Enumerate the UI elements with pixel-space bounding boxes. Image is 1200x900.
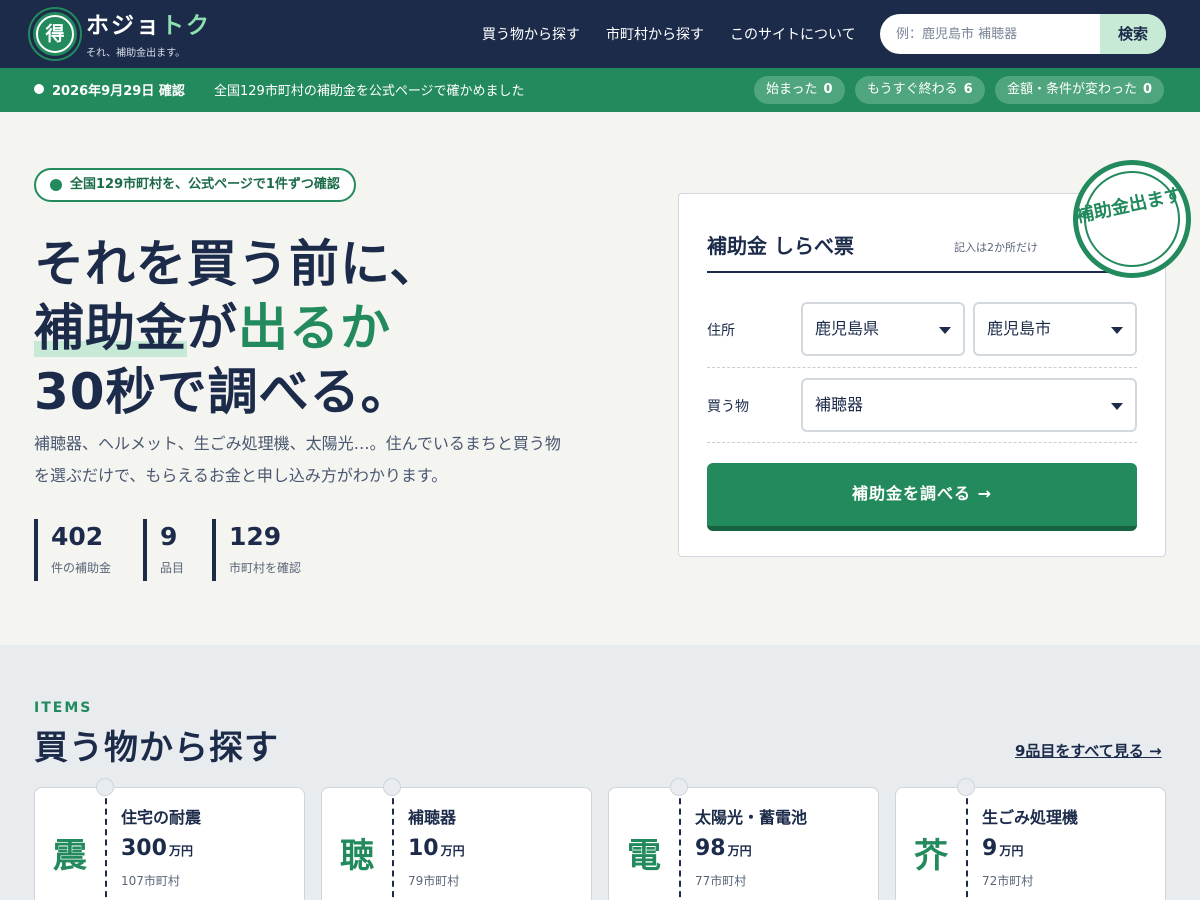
search-box: 検索 (880, 14, 1166, 54)
prefecture-select[interactable]: 鹿児島県 (801, 302, 965, 356)
stat-number: 9 (160, 522, 178, 551)
item-amount: 300 万円 (121, 836, 193, 861)
headline-line-1: それを買う前に、 (34, 235, 441, 293)
nav-item-items[interactable]: 買う物から探す (482, 24, 580, 44)
pill-label: もうすぐ終わる (867, 82, 958, 97)
item-card-earthquake[interactable]: 震 住宅の耐震 300 万円 107市町村 (34, 778, 305, 900)
city-value: 鹿児島市 (987, 319, 1052, 338)
amount-unit: 万円 (440, 844, 465, 858)
status-dot-icon (34, 84, 44, 94)
amount-unit: 万円 (168, 844, 193, 858)
item-glyph-icon: 電 (627, 836, 661, 876)
status-message: 全国129市町村の補助金を公式ページで確かめました (214, 84, 525, 99)
headline-line-2: 補助金が出るか (34, 288, 391, 360)
item-card-hearing-aid[interactable]: 聴 補聴器 10 万円 79市町村 (321, 778, 592, 900)
amount-value: 300 (121, 836, 167, 861)
nav-item-municipalities[interactable]: 市町村から探す (606, 24, 704, 44)
item-name: 補聴器 (408, 808, 457, 827)
item-amount: 9 万円 (982, 836, 1023, 861)
hero-lead: 補聴器、ヘルメット、生ごみ処理機、太陽光…。住んでいるまちと買う物を選ぶだけで、… (34, 434, 561, 485)
item-name: 太陽光・蓄電池 (695, 808, 808, 827)
ticket-notch (383, 778, 401, 796)
hero-badge-text: 全国129市町村を、公式ページで1件ずつ確認 (70, 177, 340, 192)
amount-unit: 万円 (727, 844, 752, 858)
item-municipality-count: 107市町村 (121, 874, 180, 888)
site-tagline: それ、補助金出ます。 (86, 48, 186, 59)
item-card-garbage-processor[interactable]: 芥 生ごみ処理機 9 万円 72市町村 (895, 778, 1166, 900)
status-date: 2026年9月29日 確認 (52, 84, 185, 99)
pill-count: 0 (823, 82, 833, 97)
pill-label: 金額・条件が変わった (1007, 82, 1138, 97)
hero-badge: 全国129市町村を、公式ページで1件ずつ確認 (34, 168, 356, 202)
form-dashed-divider (707, 442, 1137, 443)
prefecture-value: 鹿児島県 (815, 319, 880, 338)
logo-glyph: 得 (36, 15, 74, 53)
ticket-notch (957, 778, 975, 796)
headline-highlight: 補助金 (34, 299, 187, 357)
logo-icon[interactable]: 得 (30, 9, 80, 59)
form-divider (707, 271, 1113, 273)
amount-value: 9 (982, 836, 998, 861)
caret-down-icon (939, 327, 951, 334)
stat-label: 市町村を確認 (229, 561, 302, 575)
ticket-perforation (105, 788, 107, 900)
item-municipality-count: 72市町村 (982, 874, 1034, 888)
city-select[interactable]: 鹿児島市 (973, 302, 1137, 356)
status-pill-started[interactable]: 始まった 0 (754, 76, 845, 104)
item-label: 買う物 (707, 399, 749, 415)
item-amount: 10 万円 (408, 836, 465, 861)
submit-button[interactable]: 補助金を調べる → (707, 463, 1137, 531)
stat-label: 件の補助金 (51, 561, 112, 575)
amount-value: 98 (695, 836, 726, 861)
stat-items: 9 品目 (143, 519, 184, 581)
search-input[interactable] (880, 14, 1100, 54)
site-title[interactable]: ホジョトク (86, 6, 211, 40)
form-title: 補助金 しらべ票 (707, 234, 854, 258)
item-municipality-count: 79市町村 (408, 874, 460, 888)
stat-label: 品目 (160, 561, 185, 575)
item-glyph-icon: 震 (53, 836, 87, 876)
address-label: 住所 (707, 323, 735, 339)
nav-item-about[interactable]: このサイトについて (730, 24, 856, 44)
headline-line-3: 30秒で調べる。 (34, 363, 412, 421)
amount-unit: 万円 (999, 844, 1024, 858)
section-eyebrow: ITEMS (34, 700, 93, 716)
headline-green: 出るか (238, 299, 391, 357)
see-all-items-link[interactable]: 9品目をすべて見る → (1015, 740, 1162, 761)
caret-down-icon (1111, 403, 1123, 410)
stat-number: 402 (51, 522, 104, 551)
pill-count: 0 (1143, 82, 1153, 97)
item-name: 住宅の耐震 (121, 808, 202, 827)
pill-label: 始まった (766, 82, 818, 97)
form-note: 記入は2か所だけ (954, 241, 1038, 254)
stat-number: 129 (229, 522, 282, 551)
ticket-notch (96, 778, 114, 796)
item-glyph-icon: 芥 (914, 836, 948, 876)
item-glyph-icon: 聴 (340, 836, 374, 876)
ticket-perforation (679, 788, 681, 900)
form-dashed-divider (707, 367, 1137, 368)
status-pill-changed[interactable]: 金額・条件が変わった 0 (995, 76, 1165, 104)
item-value: 補聴器 (815, 395, 864, 414)
site-title-main: ホジョ (86, 13, 161, 39)
stat-subsidies: 402 件の補助金 (34, 519, 111, 581)
item-name: 生ごみ処理機 (982, 808, 1079, 827)
ticket-perforation (392, 788, 394, 900)
badge-dot-icon (50, 179, 62, 191)
status-pill-ending-soon[interactable]: もうすぐ終わる 6 (855, 76, 985, 104)
stat-municipalities: 129 市町村を確認 (212, 519, 301, 581)
item-card-solar[interactable]: 電 太陽光・蓄電池 98 万円 77市町村 (608, 778, 879, 900)
section-title: 買う物から探す (34, 728, 279, 768)
headline-particle: が (187, 299, 238, 357)
item-select[interactable]: 補聴器 (801, 378, 1137, 432)
ticket-notch (670, 778, 688, 796)
item-municipality-count: 77市町村 (695, 874, 747, 888)
amount-value: 10 (408, 836, 439, 861)
pill-count: 6 (963, 82, 973, 97)
ticket-perforation (966, 788, 968, 900)
site-title-accent: トク (161, 13, 211, 39)
item-amount: 98 万円 (695, 836, 752, 861)
search-button[interactable]: 検索 (1100, 14, 1166, 54)
caret-down-icon (1111, 327, 1123, 334)
